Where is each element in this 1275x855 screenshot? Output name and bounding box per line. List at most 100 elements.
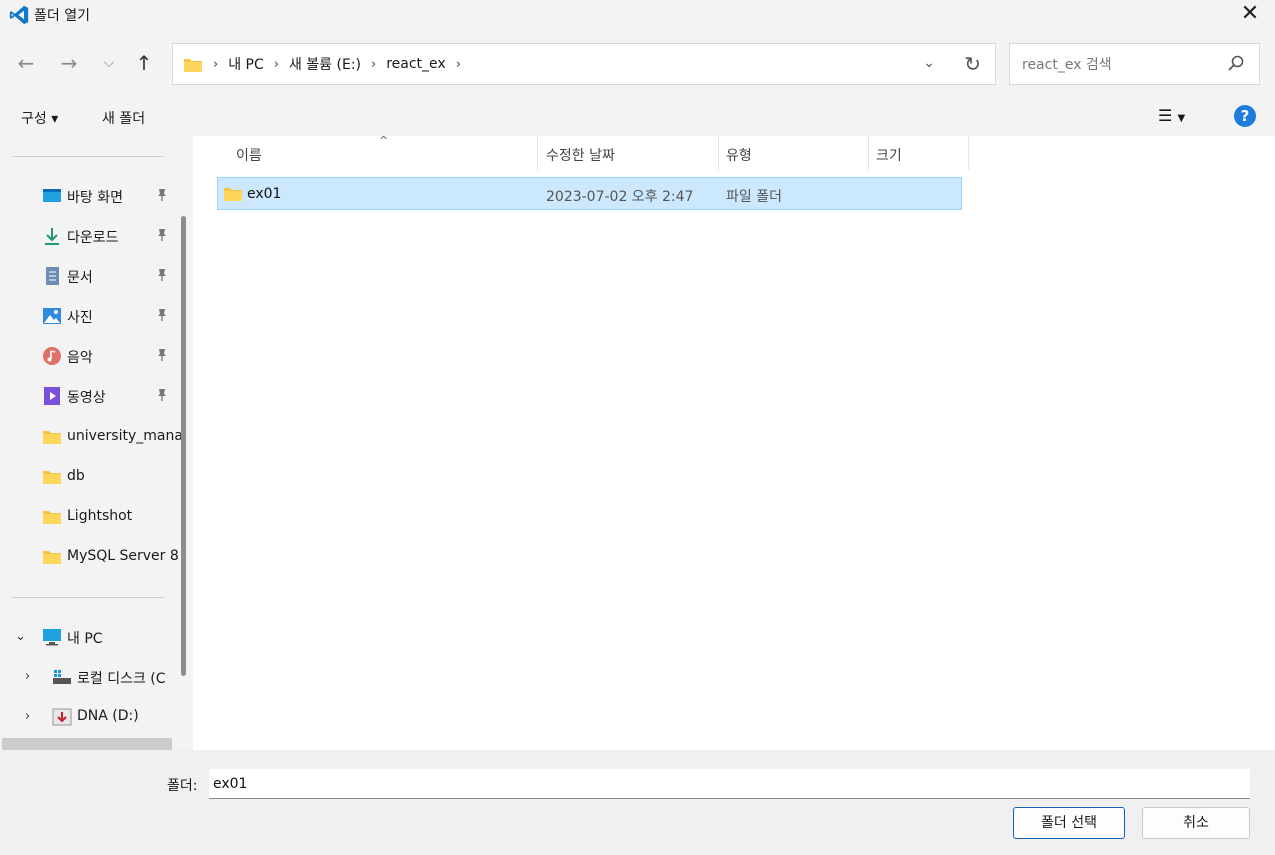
divider (12, 156, 164, 157)
pin-icon[interactable] (156, 228, 168, 242)
view-options-icon[interactable]: ☰ ▼ (1158, 106, 1185, 125)
sidebar-item-downloads[interactable]: 다운로드 (0, 216, 176, 256)
video-icon (44, 387, 60, 405)
sidebar-item-label: 바탕 화면 (67, 190, 123, 206)
usb-drive-icon (52, 708, 72, 726)
cancel-button[interactable]: 취소 (1142, 807, 1250, 839)
tree-item-label: 로컬 디스크 (C (77, 671, 166, 687)
folder-name-input[interactable] (209, 769, 1250, 799)
pin-icon[interactable] (156, 188, 168, 202)
column-header-modified[interactable]: 수정한 날짜 (546, 145, 615, 179)
sidebar-item-videos[interactable]: 동영상 (0, 376, 176, 416)
dialog-footer: 폴더: 폴더 선택 취소 (0, 750, 1275, 855)
sidebar-item-label: 다운로드 (67, 230, 119, 246)
folder-icon (224, 188, 242, 201)
sidebar-item-university-mana[interactable]: university_mana (0, 417, 183, 457)
address-history-chevron-icon[interactable]: ⌄ (923, 55, 935, 71)
folder-icon (43, 551, 61, 564)
column-header-name[interactable]: 이름 (236, 145, 262, 179)
help-icon[interactable]: ? (1234, 105, 1256, 127)
column-header-type[interactable]: 유형 (726, 145, 752, 179)
tree-item-label: 내 PC (67, 631, 103, 647)
music-icon (43, 347, 61, 365)
selected-item-highlight (2, 738, 172, 750)
folder-icon (184, 59, 202, 72)
tree-item-label: DNA (D:) (77, 708, 139, 724)
file-list: ^ 이름 수정한 날짜 유형 크기 ex01 2023-07-02 오후 2:4… (193, 134, 1275, 750)
sort-ascending-icon: ^ (379, 134, 389, 147)
breadcrumb-item-volume-e[interactable]: 새 볼륨 (E:) (289, 54, 361, 74)
navigation-scrollbar[interactable] (181, 216, 186, 676)
address-bar[interactable]: › 내 PC › 새 볼륨 (E:) › react_ex › ⌄ ↻ (172, 43, 996, 85)
sidebar-item-pictures[interactable]: 사진 (0, 296, 176, 336)
sidebar-item-lightshot[interactable]: Lightshot (0, 497, 176, 537)
tree-item-local-disk-c[interactable]: › 로컬 디스크 (C (0, 657, 176, 697)
pc-icon (43, 629, 61, 646)
tree-item-this-pc[interactable]: ⌄ 내 PC (0, 617, 176, 657)
desktop-icon (43, 189, 61, 202)
folder-field-label: 폴더: (167, 778, 198, 794)
chevron-right-icon[interactable]: › (456, 57, 461, 72)
column-divider[interactable] (868, 136, 869, 170)
folder-icon (43, 471, 61, 484)
refresh-icon[interactable]: ↻ (964, 52, 981, 76)
folder-icon (43, 431, 61, 444)
sidebar-item-db[interactable]: db (0, 457, 176, 497)
chevron-right-icon[interactable]: › (371, 57, 376, 72)
column-divider[interactable] (718, 136, 719, 170)
up-arrow-icon[interactable]: ↑ (131, 52, 157, 76)
drive-icon (53, 670, 71, 684)
navigation-bar: ← → ⌵ ↑ › 내 PC › 새 볼륨 (E:) › react_ex › … (0, 30, 1275, 98)
download-icon (45, 228, 59, 245)
file-name: ex01 (247, 186, 282, 202)
chevron-right-icon[interactable]: › (274, 57, 279, 72)
divider (12, 597, 164, 598)
title-bar: 폴더 열기 ✕ (0, 0, 1275, 30)
close-icon[interactable]: ✕ (1237, 2, 1263, 28)
select-folder-button[interactable]: 폴더 선택 (1013, 807, 1125, 839)
sidebar-item-documents[interactable]: 문서 (0, 256, 176, 296)
column-divider[interactable] (968, 136, 969, 170)
breadcrumb: › 내 PC › 새 볼륨 (E:) › react_ex › (213, 44, 461, 84)
sidebar-item-desktop[interactable]: 바탕 화면 (0, 176, 176, 216)
column-divider[interactable] (537, 136, 538, 170)
chevron-right-icon[interactable]: › (25, 709, 30, 724)
sidebar-item-label: MySQL Server 8 (67, 548, 179, 564)
breadcrumb-item-pc[interactable]: 내 PC (228, 54, 264, 74)
document-icon (46, 267, 59, 285)
navigation-pane: 바탕 화면 다운로드 문서 사진 음악 동영상 university_mana … (0, 136, 193, 750)
pin-icon[interactable] (156, 268, 168, 282)
sidebar-item-music[interactable]: 음악 (0, 336, 176, 376)
window-title: 폴더 열기 (34, 8, 90, 24)
search-icon[interactable] (1227, 54, 1245, 72)
chevron-down-icon[interactable]: ⌄ (15, 629, 26, 644)
pin-icon[interactable] (156, 308, 168, 322)
sidebar-item-label: 음악 (67, 350, 93, 366)
organize-menu-button[interactable]: 구성 ▾ (21, 108, 58, 128)
sidebar-item-label: university_mana (67, 428, 183, 444)
sidebar-item-mysql-server[interactable]: MySQL Server 8 (0, 537, 179, 577)
sidebar-item-label: 사진 (67, 310, 93, 326)
folder-icon (43, 511, 61, 524)
sidebar-item-label: Lightshot (67, 508, 133, 524)
back-arrow-icon[interactable]: ← (13, 52, 39, 76)
tree-item-dna-d[interactable]: › DNA (D:) (0, 697, 176, 737)
new-folder-button[interactable]: 새 폴더 (102, 108, 145, 128)
pin-icon[interactable] (156, 388, 168, 402)
pin-icon[interactable] (156, 348, 168, 362)
sidebar-item-label: db (67, 468, 85, 484)
search-box[interactable] (1009, 43, 1260, 85)
recent-locations-chevron-icon[interactable]: ⌵ (96, 52, 122, 76)
chevron-right-icon[interactable]: › (25, 669, 30, 684)
table-row[interactable]: ex01 2023-07-02 오후 2:47 파일 폴더 (217, 177, 962, 210)
column-header-size[interactable]: 크기 (876, 145, 902, 179)
chevron-right-icon[interactable]: › (213, 57, 218, 72)
forward-arrow-icon[interactable]: → (56, 52, 82, 76)
vscode-icon (9, 5, 29, 25)
pictures-icon (43, 308, 61, 324)
command-bar: 구성 ▾ 새 폴더 ☰ ▼ ? (0, 98, 1275, 136)
sidebar-item-label: 동영상 (67, 390, 106, 406)
sidebar-item-label: 문서 (67, 270, 93, 286)
search-input[interactable] (1020, 54, 1224, 76)
breadcrumb-item-react-ex[interactable]: react_ex (386, 56, 445, 72)
